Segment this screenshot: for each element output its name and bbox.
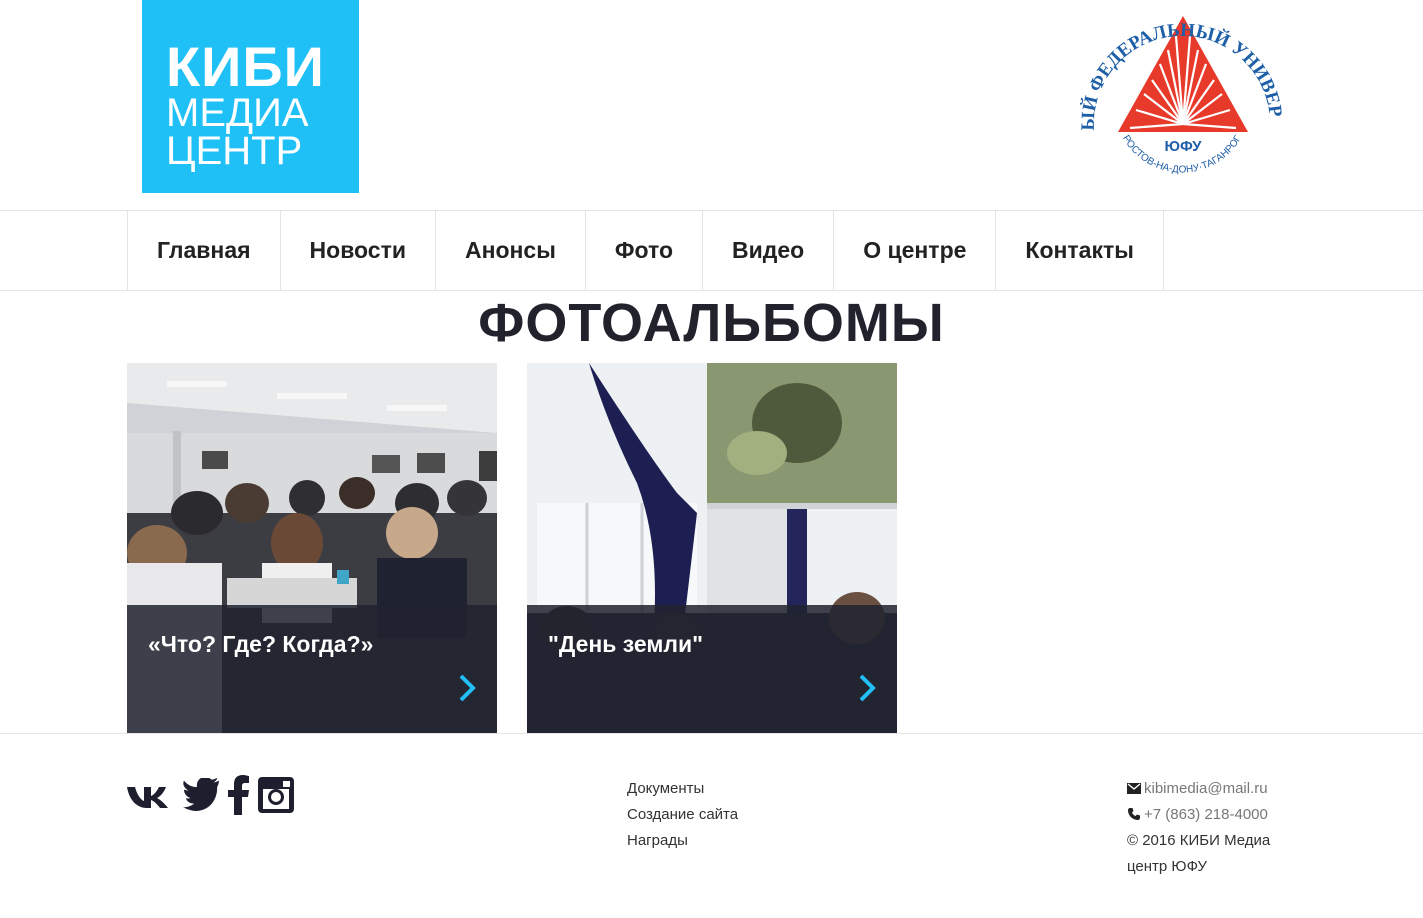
nav-item-news[interactable]: Новости bbox=[281, 211, 436, 290]
main-nav: Главная Новости Анонсы Фото Видео О цент… bbox=[0, 210, 1423, 291]
footer-link-documents[interactable]: Документы bbox=[627, 776, 738, 802]
brand-line-3: ЦЕНТР bbox=[166, 129, 303, 173]
phone-number[interactable]: +7 (863) 218-4000 bbox=[1144, 806, 1268, 823]
university-emblem-icon: ЮФУ ЮЖНЫЙ ФЕДЕРАЛЬНЫЙ УНИВЕРСИТЕТ РОСТОВ… bbox=[1070, 0, 1286, 176]
instagram-icon[interactable] bbox=[256, 775, 296, 815]
album-title: "День земли" bbox=[548, 631, 704, 657]
footer-contacts: kibimedia@mail.ru +7 (863) 218-4000 © 20… bbox=[1127, 776, 1297, 880]
album-caption: "День земли" bbox=[527, 605, 897, 733]
nav-item-contacts[interactable]: Контакты bbox=[996, 211, 1164, 290]
footer-link-awards[interactable]: Награды bbox=[627, 828, 738, 854]
nav-item-about[interactable]: О центре bbox=[834, 211, 997, 290]
page-title: ФОТОАЛЬБОМЫ bbox=[478, 293, 945, 353]
album-card[interactable]: "День земли" bbox=[527, 363, 897, 733]
footer-link-site-creation[interactable]: Создание сайта bbox=[627, 802, 738, 828]
email-row: kibimedia@mail.ru bbox=[1127, 776, 1297, 802]
nav-menu: Главная Новости Анонсы Фото Видео О цент… bbox=[127, 211, 1164, 290]
nav-item-video[interactable]: Видео bbox=[703, 211, 835, 290]
brand-logo[interactable]: КИБИ МЕДИА ЦЕНТР bbox=[142, 0, 359, 193]
envelope-icon bbox=[1127, 783, 1141, 794]
album-title: «Что? Где? Когда?» bbox=[148, 631, 374, 657]
facebook-icon[interactable] bbox=[228, 775, 250, 815]
footer-links: Документы Создание сайта Награды bbox=[627, 776, 738, 854]
phone-row: +7 (863) 218-4000 bbox=[1127, 802, 1297, 828]
university-logo[interactable]: ЮФУ ЮЖНЫЙ ФЕДЕРАЛЬНЫЙ УНИВЕРСИТЕТ РОСТОВ… bbox=[1070, 0, 1286, 196]
brand-line-2: МЕДИА bbox=[166, 91, 309, 135]
social-links bbox=[126, 775, 296, 815]
phone-icon bbox=[1128, 808, 1140, 820]
album-caption: «Что? Где? Когда?» bbox=[127, 605, 497, 733]
chevron-right-icon[interactable] bbox=[855, 673, 879, 703]
university-abbr: ЮФУ bbox=[1164, 138, 1202, 155]
chevron-right-icon[interactable] bbox=[455, 673, 479, 703]
copyright: © 2016 КИБИ Медиа центр ЮФУ bbox=[1127, 832, 1271, 875]
nav-item-announcements[interactable]: Анонсы bbox=[436, 211, 586, 290]
twitter-icon[interactable] bbox=[182, 778, 222, 812]
email-link[interactable]: kibimedia@mail.ru bbox=[1144, 780, 1268, 797]
brand-line-1: КИБИ bbox=[166, 35, 325, 98]
nav-item-home[interactable]: Главная bbox=[128, 211, 281, 290]
footer-divider bbox=[0, 733, 1423, 734]
vk-icon[interactable] bbox=[126, 780, 176, 810]
nav-item-photo[interactable]: Фото bbox=[586, 211, 703, 290]
album-card[interactable]: «Что? Где? Когда?» bbox=[127, 363, 497, 733]
